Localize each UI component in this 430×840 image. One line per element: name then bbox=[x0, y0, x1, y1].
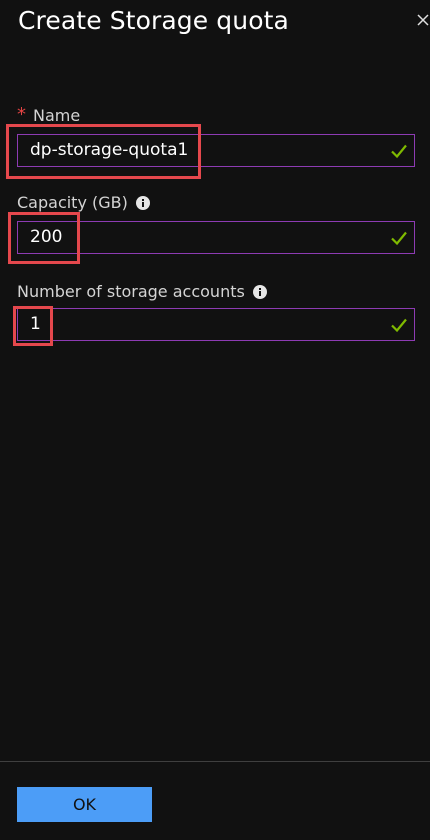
info-icon[interactable] bbox=[252, 284, 267, 299]
storage-accounts-input-value: 1 bbox=[30, 314, 41, 334]
capacity-label: Capacity (GB) bbox=[17, 193, 150, 212]
info-icon[interactable] bbox=[135, 195, 150, 210]
footer-divider bbox=[0, 761, 430, 762]
checkmark-icon bbox=[391, 144, 407, 159]
storage-accounts-label: Number of storage accounts bbox=[17, 282, 267, 301]
storage-accounts-input[interactable]: 1 bbox=[17, 308, 415, 341]
name-input[interactable]: dp-storage-quota1 bbox=[17, 134, 415, 167]
capacity-label-text: Capacity (GB) bbox=[17, 193, 128, 212]
storage-accounts-label-text: Number of storage accounts bbox=[17, 282, 245, 301]
ok-button[interactable]: OK bbox=[17, 787, 152, 822]
capacity-input-value: 200 bbox=[30, 227, 63, 247]
capacity-input[interactable]: 200 bbox=[17, 221, 415, 254]
name-label: * Name bbox=[17, 103, 81, 125]
checkmark-icon bbox=[391, 231, 407, 246]
name-label-text: Name bbox=[33, 106, 81, 125]
name-input-value: dp-storage-quota1 bbox=[30, 140, 189, 160]
close-icon[interactable] bbox=[416, 12, 430, 34]
checkmark-icon bbox=[391, 318, 407, 333]
blade-title: Create Storage quota bbox=[18, 6, 289, 35]
required-marker: * bbox=[17, 103, 26, 125]
create-storage-quota-blade: Create Storage quota * Name dp-storage-q… bbox=[0, 0, 430, 840]
